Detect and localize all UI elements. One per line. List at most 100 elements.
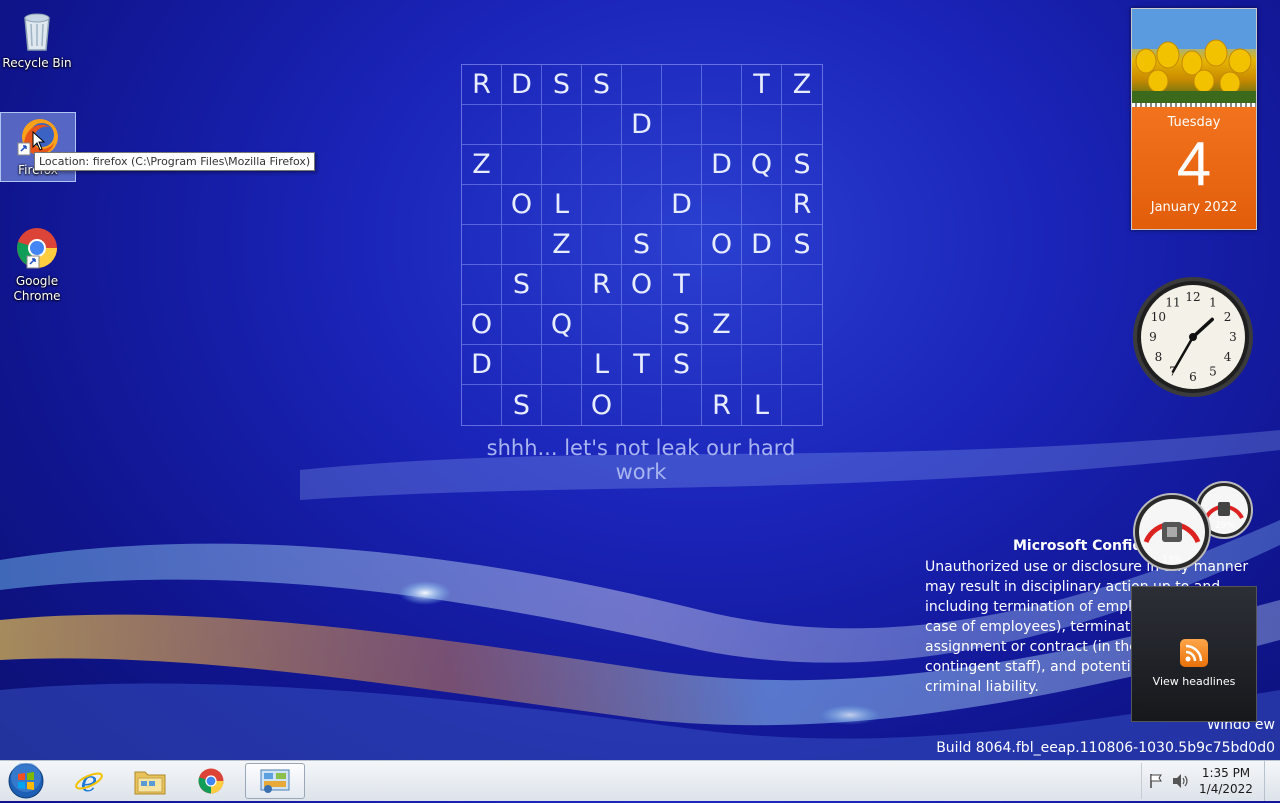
grid-cell: Z	[542, 225, 582, 265]
grid-cell	[582, 185, 622, 225]
grid-cell: S	[782, 145, 822, 185]
grid-cell	[582, 145, 622, 185]
grid-cell	[502, 225, 542, 265]
grid-cell	[582, 225, 622, 265]
volume-icon[interactable]	[1172, 773, 1190, 789]
grid-cell: Z	[782, 65, 822, 105]
grid-cell	[502, 105, 542, 145]
clock-numeral: 9	[1149, 330, 1157, 344]
clock-numeral: 1	[1209, 295, 1217, 309]
grid-cell	[502, 345, 542, 385]
desktop-icon-label: Recycle Bin	[2, 56, 72, 70]
grid-cell: S	[582, 65, 622, 105]
grid-cell: Z	[702, 305, 742, 345]
control-panel-icon	[260, 769, 290, 793]
grid-cell	[502, 305, 542, 345]
grid-cell: S	[782, 225, 822, 265]
grid-cell: Q	[542, 305, 582, 345]
desktop-icon-google-chrome[interactable]: Google Chrome	[0, 224, 74, 304]
show-desktop-button[interactable]	[1264, 761, 1280, 801]
taskbar-control-panel[interactable]	[245, 763, 305, 799]
calendar-gadget[interactable]: Tuesday 4 January 2022	[1131, 8, 1257, 230]
clock-numeral: 5	[1209, 365, 1217, 379]
grid-cell	[542, 265, 582, 305]
grid-cell	[662, 385, 702, 425]
calendar-day-number: 4	[1176, 130, 1212, 199]
grid-cell: D	[702, 145, 742, 185]
grid-cell	[582, 105, 622, 145]
start-button[interactable]	[6, 762, 46, 799]
grid-cell	[542, 345, 582, 385]
calendar-month-year: January 2022	[1150, 200, 1238, 215]
taskbar-clock[interactable]: 1:35 PM 1/4/2022	[1198, 765, 1254, 797]
grid-cell: T	[622, 345, 662, 385]
grid-cell	[662, 65, 702, 105]
grid-cell: S	[542, 65, 582, 105]
grid-cell	[742, 105, 782, 145]
grid-cell: R	[462, 65, 502, 105]
clock-numeral: 6	[1189, 370, 1197, 384]
grid-cell: O	[502, 185, 542, 225]
desktop-icon-recycle-bin[interactable]: Recycle Bin	[0, 6, 74, 71]
wallpaper-caption: shhh... let's not leak our hard work	[486, 436, 796, 484]
grid-cell: R	[702, 385, 742, 425]
cpu-percent: 13%	[1162, 555, 1182, 565]
grid-cell: O	[702, 225, 742, 265]
grid-cell: D	[662, 185, 702, 225]
rss-icon	[1180, 639, 1208, 667]
grid-cell	[782, 105, 822, 145]
clock-numeral: 8	[1155, 350, 1163, 364]
grid-cell: L	[542, 185, 582, 225]
watermark-title: Microsoft Confid	[1013, 538, 1143, 554]
grid-cell: D	[622, 105, 662, 145]
grid-cell: O	[462, 305, 502, 345]
folder-icon	[134, 771, 166, 795]
grid-cell: S	[662, 345, 702, 385]
grid-cell	[742, 305, 782, 345]
grid-cell	[742, 185, 782, 225]
grid-cell	[622, 385, 662, 425]
grid-cell	[462, 225, 502, 265]
grid-cell	[502, 145, 542, 185]
calendar-tulip-photo	[1132, 9, 1256, 103]
chrome-icon	[198, 768, 224, 794]
mouse-cursor-icon	[32, 131, 46, 151]
clock-gadget[interactable]: 121234567891011	[1131, 275, 1255, 399]
grid-cell	[702, 345, 742, 385]
grid-cell	[622, 145, 662, 185]
taskbar-file-explorer[interactable]	[122, 763, 178, 799]
memory-percent: 29%	[1215, 521, 1235, 531]
grid-cell: D	[462, 345, 502, 385]
cpu-meter-gadget[interactable]: 29% 13%	[1130, 480, 1256, 572]
grid-cell: S	[502, 265, 542, 305]
svg-text:e: e	[81, 766, 98, 796]
grid-cell: S	[622, 225, 662, 265]
taskbar: e 1:35 PM 1/4/2022	[0, 760, 1280, 801]
grid-cell	[542, 105, 582, 145]
grid-cell	[782, 265, 822, 305]
grid-cell	[622, 185, 662, 225]
grid-cell	[742, 265, 782, 305]
grid-cell	[702, 65, 742, 105]
grid-cell: L	[582, 345, 622, 385]
calendar-date-panel: Tuesday 4 January 2022	[1132, 107, 1256, 229]
grid-cell	[582, 305, 622, 345]
clock-date: 1/4/2022	[1199, 782, 1253, 796]
grid-cell: R	[582, 265, 622, 305]
view-headlines-label: View headlines	[1152, 675, 1236, 688]
grid-cell: L	[742, 385, 782, 425]
grid-cell: Q	[742, 145, 782, 185]
clock-numeral: 11	[1165, 295, 1180, 309]
grid-cell	[462, 185, 502, 225]
grid-cell	[782, 305, 822, 345]
taskbar-internet-explorer[interactable]: e	[61, 763, 117, 799]
wallpaper-letter-grid: RDSSTZDZDQSOLDRZSODSSROTOQSZDLTSSORL	[461, 64, 823, 426]
action-center-flag-icon[interactable]	[1148, 773, 1164, 789]
grid-cell: Z	[462, 145, 502, 185]
grid-cell: S	[662, 305, 702, 345]
chrome-icon	[13, 224, 61, 272]
feed-headlines-gadget[interactable]: View headlines	[1131, 586, 1257, 722]
grid-cell: O	[622, 265, 662, 305]
grid-cell: R	[782, 185, 822, 225]
taskbar-google-chrome[interactable]	[183, 763, 239, 799]
